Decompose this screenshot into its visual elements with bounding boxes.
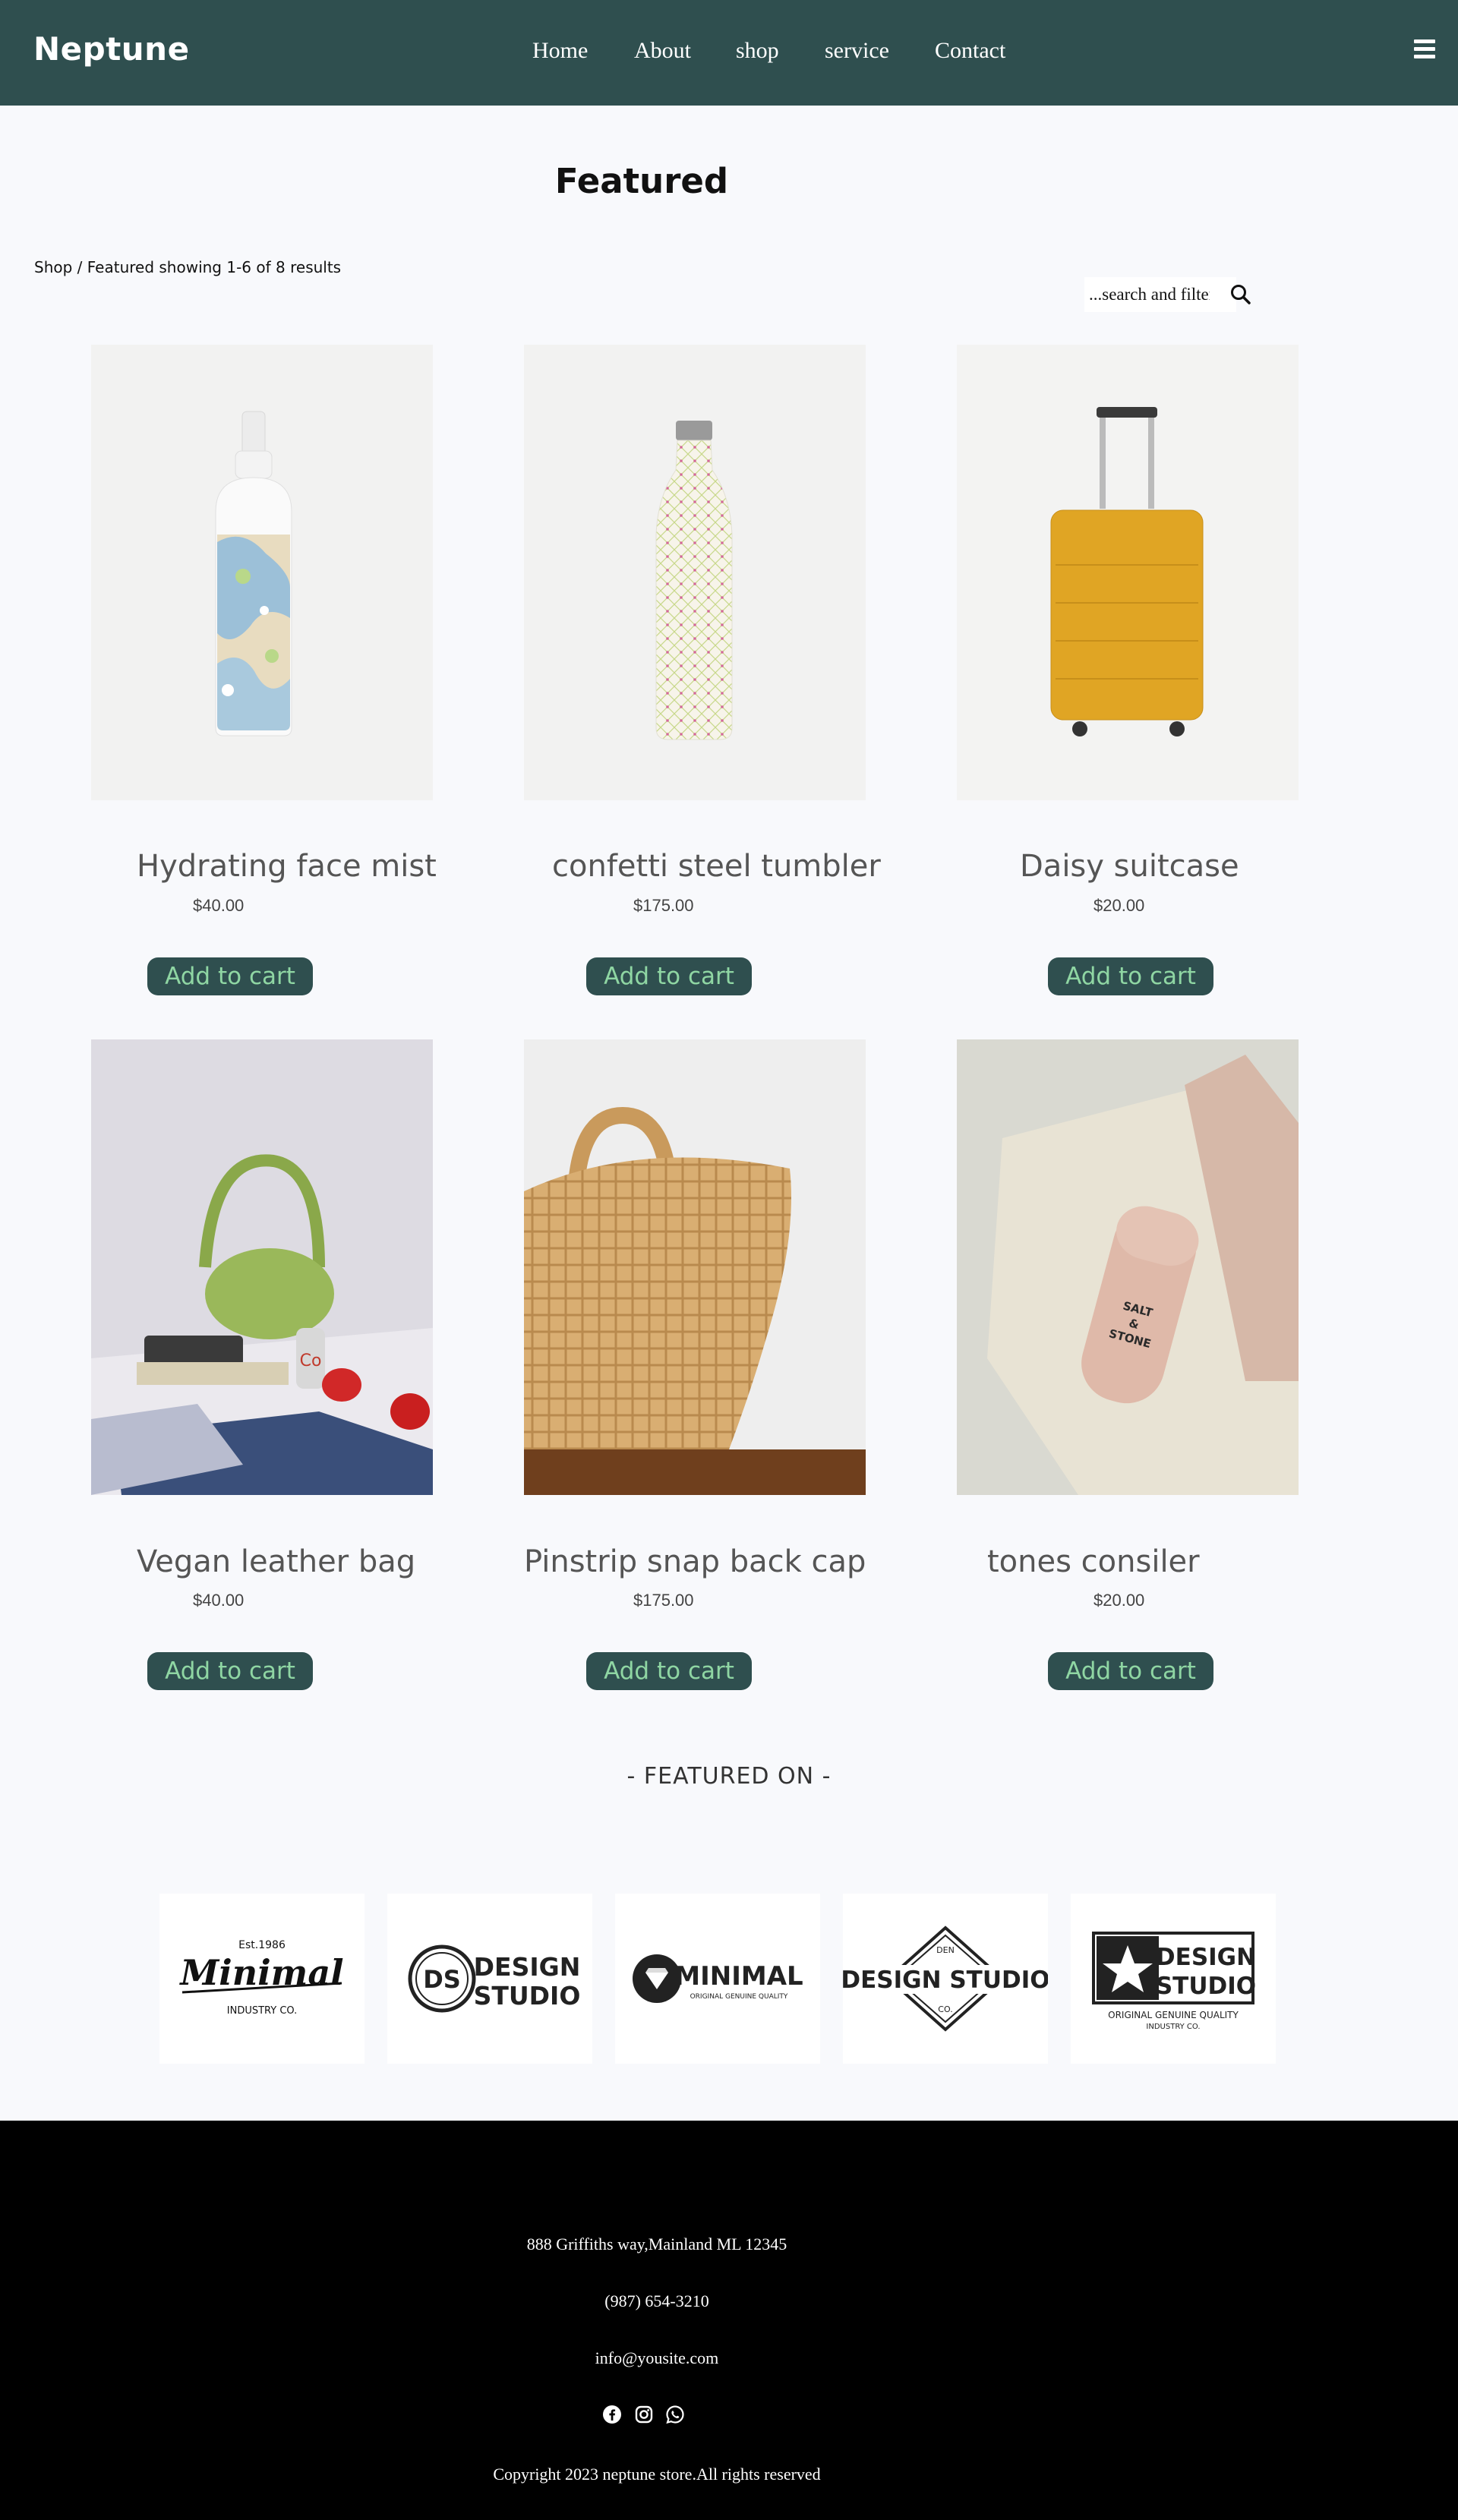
add-to-cart-button[interactable]: Add to cart — [1048, 1652, 1213, 1690]
search-input[interactable] — [1084, 277, 1210, 312]
minimal-industry-logo-graphic: Est.1986 Minimal INDUSTRY CO. — [178, 1939, 343, 2017]
add-to-cart-button[interactable]: Add to cart — [1048, 957, 1213, 995]
product-name[interactable]: Vegan leather bag — [137, 1544, 415, 1579]
minimal-industry-logo[interactable]: Est.1986 Minimal INDUSTRY CO. — [159, 1894, 364, 2064]
ds-design-studio-logo[interactable]: DS DESIGN STUDIO — [387, 1894, 592, 2064]
product-name[interactable]: Daisy suitcase — [1020, 849, 1239, 884]
add-to-cart-button[interactable]: Add to cart — [147, 957, 313, 995]
logo-text: DESIGN STUDIO — [843, 1966, 1048, 1994]
concealer-photo: SALT & STONE — [957, 1039, 1299, 1495]
footer-email[interactable]: info@yousite.com — [0, 2348, 1314, 2368]
page-title: Featured — [554, 161, 729, 201]
svg-text:Co: Co — [300, 1351, 322, 1370]
logo-text: CO. — [938, 2004, 952, 2014]
search-icon[interactable] — [1229, 282, 1253, 307]
logo-text: STUDIO — [1156, 1973, 1256, 2000]
hamburger-menu-icon[interactable] — [1414, 39, 1435, 61]
face-mist-bottle-image — [215, 411, 292, 736]
product-image-straw-bag[interactable] — [524, 1039, 866, 1495]
add-to-cart-button[interactable]: Add to cart — [586, 1652, 752, 1690]
logo-text: STUDIO — [474, 1981, 581, 2011]
logo-text: ORIGINAL GENUINE QUALITY — [690, 1993, 788, 2001]
star-design-studio-logo-graphic: DESIGN STUDIO ORIGINAL GENUINE QUALITY I… — [1092, 1932, 1256, 2031]
logo-text: DESIGN — [1156, 1944, 1256, 1971]
nav-link-contact[interactable]: Contact — [935, 38, 1005, 64]
footer-address: 888 Griffiths way,Mainland ML 12345 — [526, 2235, 787, 2253]
nav-link-home[interactable]: Home — [532, 38, 588, 64]
top-navbar: Neptune Home About shop service Contact — [0, 0, 1458, 106]
product-price: $40.00 — [193, 896, 245, 915]
facebook-icon[interactable] — [602, 2405, 622, 2424]
main-nav: Home About shop service Contact — [0, 38, 1458, 68]
logo-text: ORIGINAL GENUINE QUALITY — [1108, 2010, 1239, 2020]
design-studio-diamond-logo-graphic: DEN DESIGN STUDIO CO. — [843, 1925, 1048, 2032]
nav-link-shop[interactable]: shop — [736, 38, 779, 64]
instagram-icon[interactable] — [634, 2405, 654, 2424]
product-image-suitcase[interactable] — [957, 345, 1299, 800]
product-image-concealer[interactable]: SALT & STONE — [957, 1039, 1299, 1495]
add-to-cart-button[interactable]: Add to cart — [586, 957, 752, 995]
tumbler-image — [655, 421, 733, 740]
minimal-diamond-logo[interactable]: MINIMAL ORIGINAL GENUINE QUALITY — [615, 1894, 820, 2064]
footer-phone[interactable]: (987) 654-3210 — [0, 2291, 1314, 2311]
product-image-tumbler[interactable] — [524, 345, 866, 800]
add-to-cart-button[interactable]: Add to cart — [147, 1652, 313, 1690]
product-name[interactable]: tones consiler — [987, 1544, 1200, 1579]
straw-bag-photo — [524, 1039, 866, 1495]
vegan-bag-photo: Co — [91, 1039, 433, 1495]
logo-text: INDUSTRY CO. — [227, 2005, 297, 2017]
product-name[interactable]: Pinstrip snap back cap — [524, 1544, 866, 1579]
product-price: $175.00 — [633, 1591, 694, 1610]
logo-text: INDUSTRY CO. — [1146, 2023, 1200, 2031]
product-name[interactable]: confetti steel tumbler — [552, 849, 881, 884]
nav-link-service[interactable]: service — [825, 38, 889, 64]
design-studio-diamond-logo[interactable]: DEN DESIGN STUDIO CO. — [843, 1894, 1048, 2064]
breadcrumb: Shop / Featured showing 1-6 of 8 results — [34, 258, 342, 276]
suitcase-image — [1050, 407, 1204, 736]
site-footer — [0, 2121, 1458, 2520]
product-price: $20.00 — [1094, 1591, 1145, 1610]
product-image-vegan-bag[interactable]: Co — [91, 1039, 433, 1495]
search-box — [1084, 277, 1236, 312]
product-image-face-mist[interactable] — [91, 345, 433, 800]
logo-text: MINIMAL — [674, 1961, 803, 1992]
footer-copyright: Copyright 2023 neptune store.All rights … — [493, 2465, 821, 2484]
logo-text: DESIGN — [474, 1952, 581, 1982]
whatsapp-icon[interactable] — [665, 2405, 685, 2424]
star-design-studio-logo[interactable]: DESIGN STUDIO ORIGINAL GENUINE QUALITY I… — [1071, 1894, 1276, 2064]
product-price: $175.00 — [633, 896, 694, 915]
minimal-diamond-logo-graphic: MINIMAL ORIGINAL GENUINE QUALITY — [633, 1954, 803, 2003]
logo-text: Est.1986 — [238, 1939, 286, 1951]
ds-design-studio-logo-graphic: DS DESIGN STUDIO — [408, 1944, 581, 2013]
product-price: $40.00 — [193, 1591, 245, 1610]
product-name[interactable]: Hydrating face mist — [137, 849, 437, 884]
product-price: $20.00 — [1094, 896, 1145, 915]
logo-text: DS — [423, 1965, 461, 1994]
logo-text: DEN — [936, 1945, 955, 1955]
nav-link-about[interactable]: About — [634, 38, 691, 64]
featured-on-heading: - FEATURED ON - — [626, 1763, 832, 1790]
